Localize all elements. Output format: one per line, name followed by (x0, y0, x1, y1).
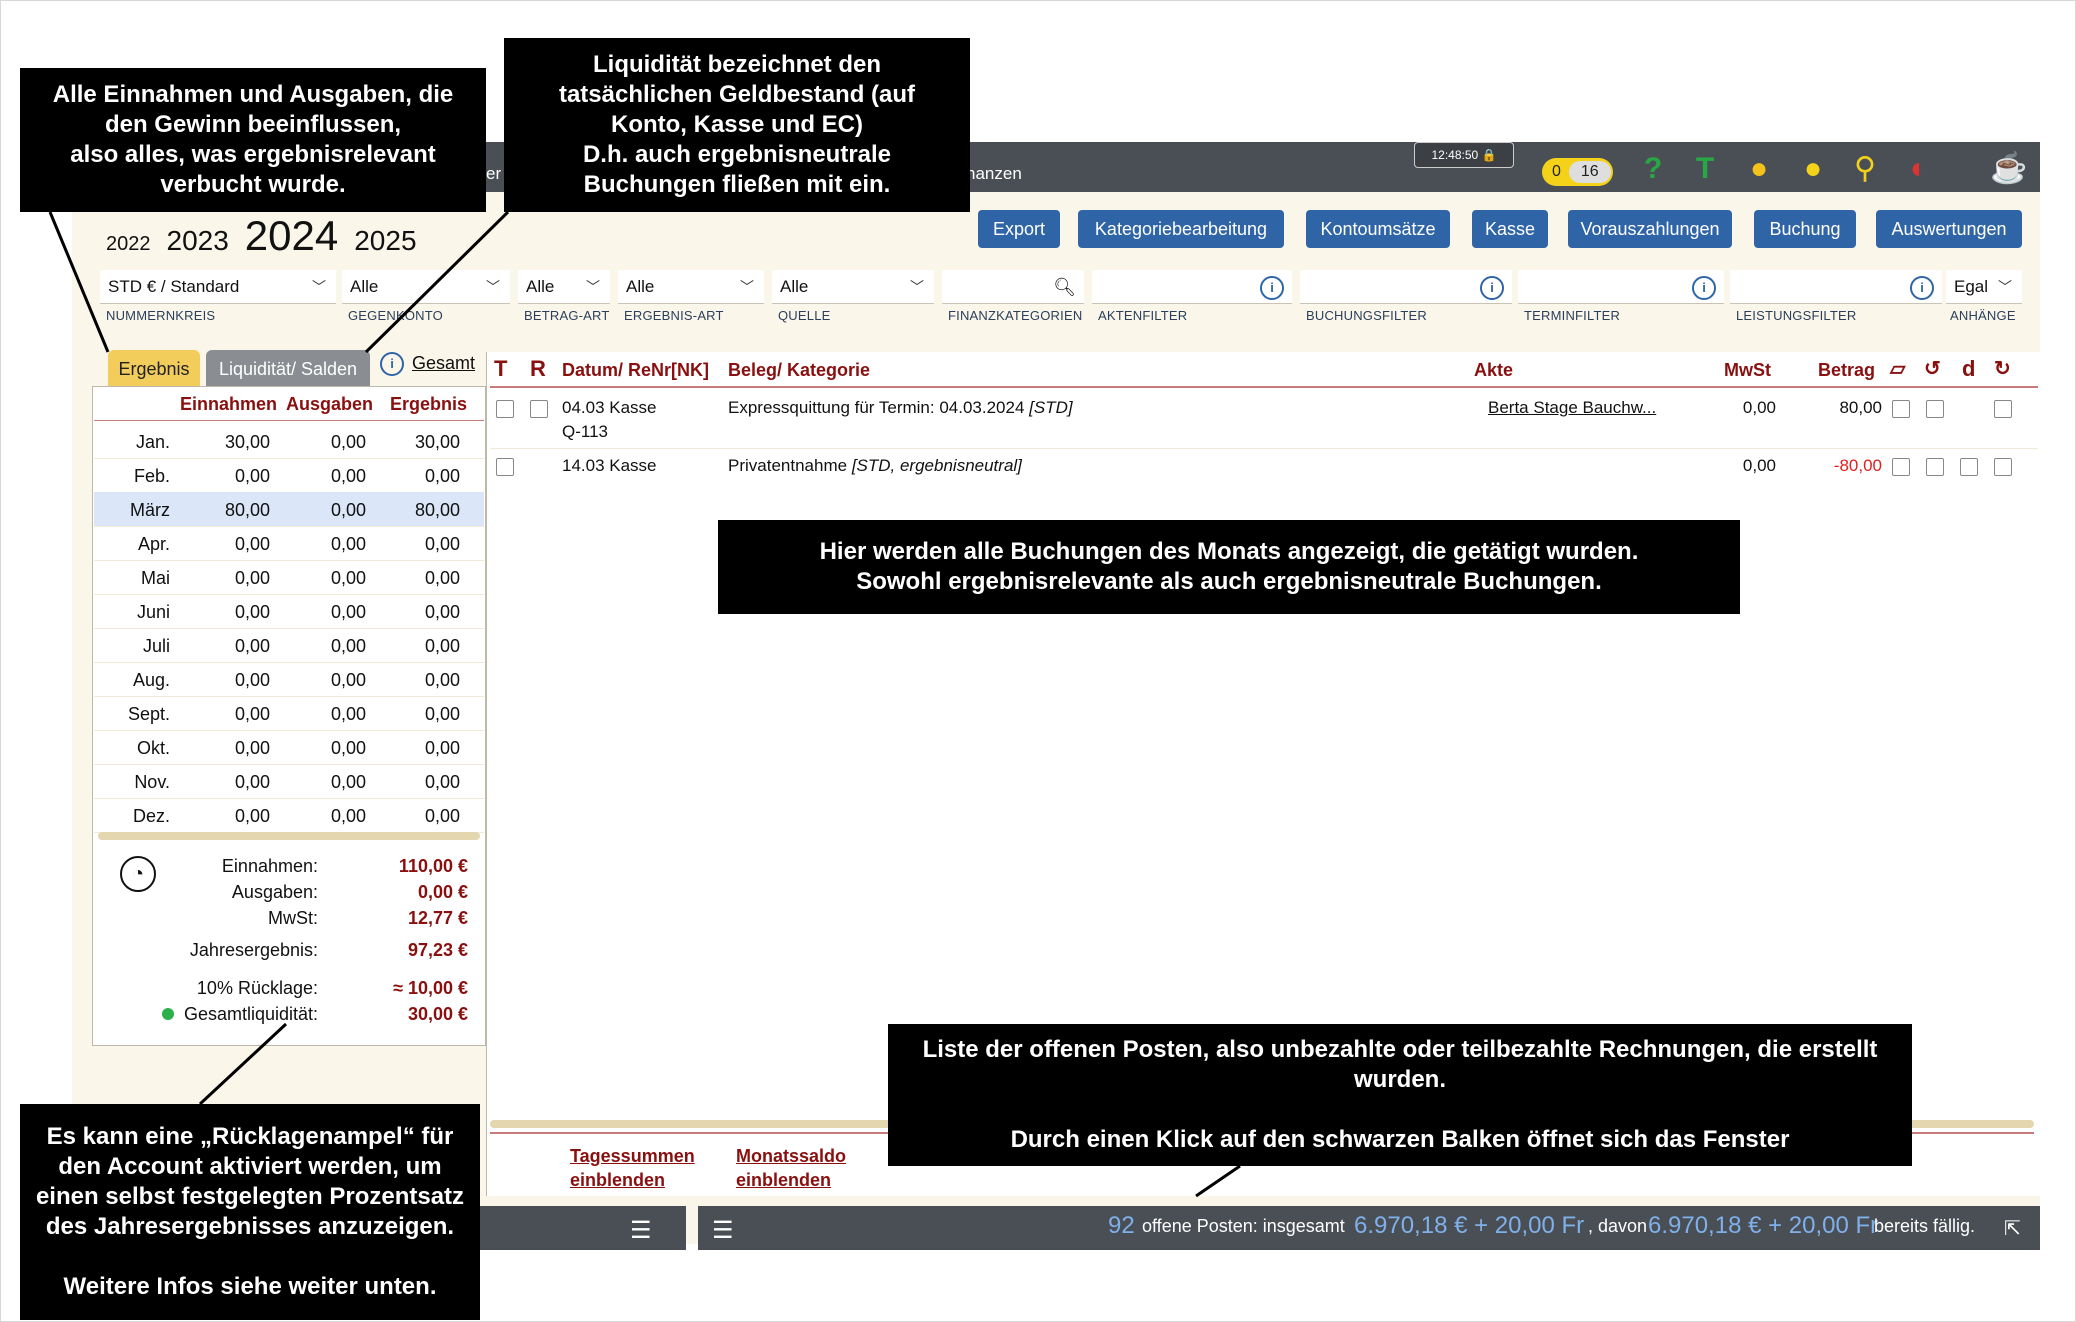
annotation-leaders (48, 210, 1241, 1198)
leader-line (364, 210, 510, 354)
leader-line (1195, 1164, 1241, 1198)
leader-line (198, 1022, 288, 1106)
leader-line (48, 211, 110, 353)
